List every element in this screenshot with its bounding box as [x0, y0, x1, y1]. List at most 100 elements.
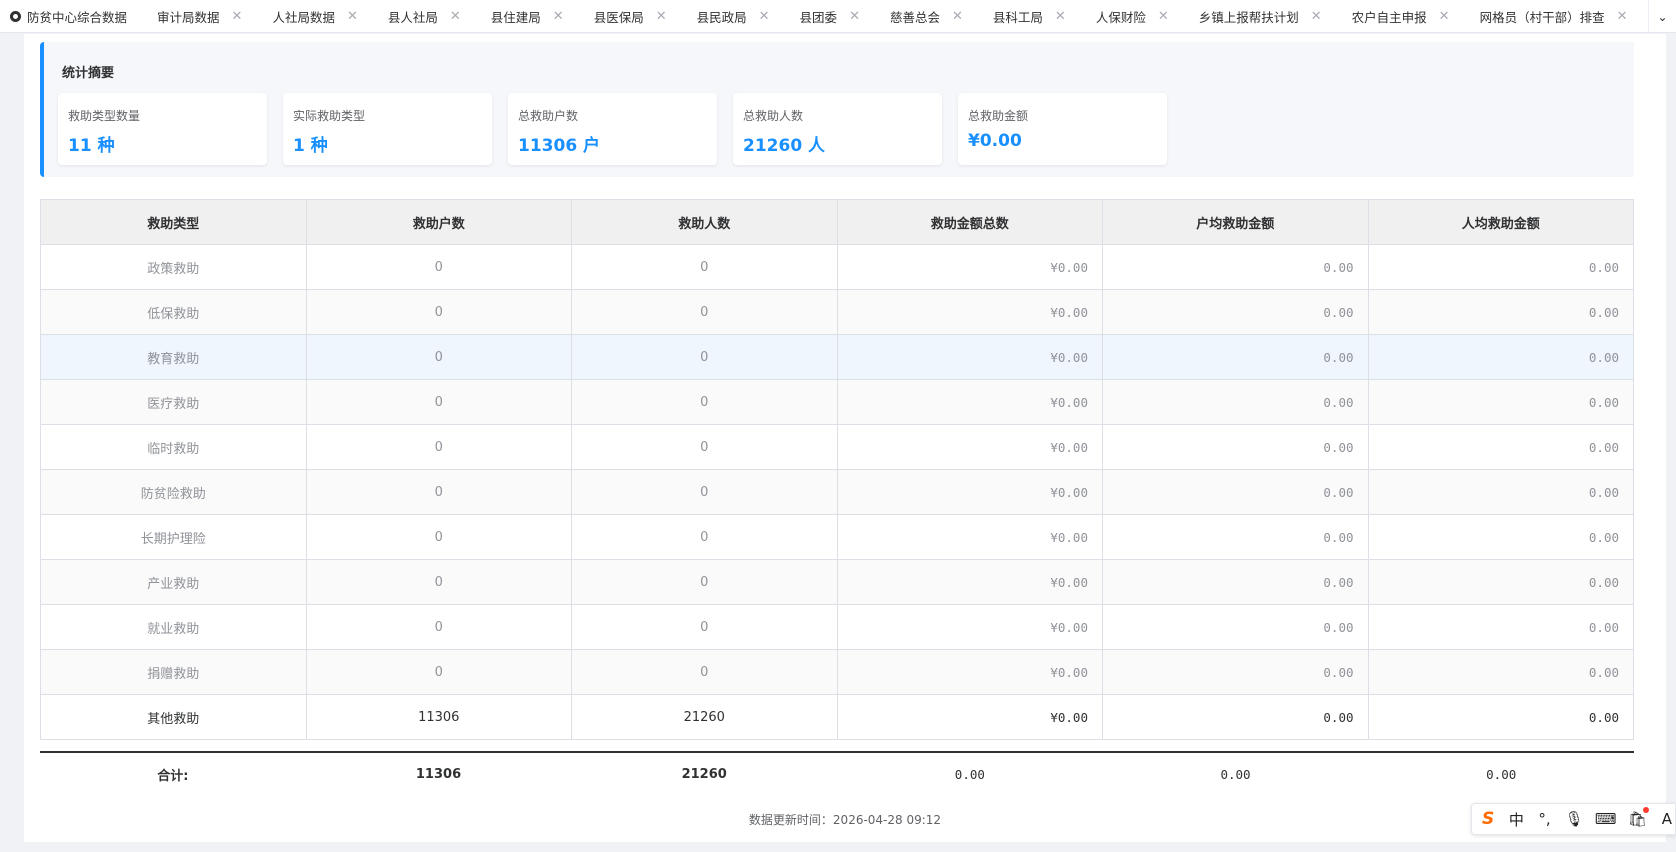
table-cell: 0.00: [1102, 424, 1369, 470]
table-cell: 临时救助: [40, 424, 307, 470]
table-row[interactable]: 政策救助 0 0 ¥0.00 0.00 0.00: [40, 244, 1634, 290]
tab-item[interactable]: 县医保局 ✕: [594, 0, 667, 32]
ime-more-icon[interactable]: A: [1659, 810, 1675, 828]
table-cell: 0.00: [1367, 559, 1634, 605]
column-header[interactable]: 救助户数: [305, 199, 572, 245]
tab-label: 网格员（村干部）排查: [1479, 9, 1605, 25]
close-icon[interactable]: ✕: [1158, 10, 1169, 23]
ime-mode-toggle[interactable]: 中: [1508, 809, 1524, 830]
table-cell: 0: [571, 604, 838, 650]
close-icon[interactable]: ✕: [232, 10, 243, 23]
close-icon[interactable]: ✕: [656, 10, 667, 23]
table-cell: 0: [305, 559, 572, 605]
close-icon[interactable]: ✕: [759, 10, 770, 23]
table-row[interactable]: 防贫险救助 0 0 ¥0.00 0.00 0.00: [40, 469, 1634, 515]
ime-logo-icon[interactable]: S: [1480, 809, 1496, 829]
microphone-icon[interactable]: 🎙: [1565, 810, 1584, 828]
column-header[interactable]: 救助类型: [40, 199, 307, 245]
stat-card-total-households: 总救助户数 11306 户: [508, 93, 717, 165]
tab-item[interactable]: 县团委 ✕: [799, 0, 860, 32]
table-cell: 0.00: [1102, 604, 1369, 650]
table-cell: 21260: [571, 694, 838, 740]
close-icon[interactable]: ✕: [849, 10, 860, 23]
stat-label: 总救助金额: [968, 109, 1029, 123]
table-header-row: 救助类型 救助户数 救助人数 救助金额总数 户均救助金额 人均救助金额: [40, 199, 1634, 245]
table-row[interactable]: 产业救助 0 0 ¥0.00 0.00 0.00: [40, 559, 1634, 605]
tab-item[interactable]: 人保财险 ✕: [1095, 0, 1169, 32]
close-icon[interactable]: ✕: [553, 10, 564, 23]
close-icon[interactable]: ✕: [952, 10, 963, 23]
tab-item[interactable]: 农户自主申报 ✕: [1352, 0, 1450, 32]
table-cell: ¥0.00: [836, 469, 1103, 515]
column-header[interactable]: 救助人数: [571, 199, 838, 245]
tab-label: 人保财险: [1095, 9, 1146, 25]
close-icon[interactable]: ✕: [1311, 10, 1322, 23]
update-time: 数据更新时间：2026-04-28 09:12: [748, 813, 942, 827]
keyboard-icon[interactable]: ⌨: [1595, 810, 1617, 828]
close-icon[interactable]: ✕: [450, 10, 461, 23]
close-icon[interactable]: ✕: [1439, 10, 1450, 23]
table-cell: ¥0.00: [836, 424, 1103, 470]
skin-shop-icon[interactable]: 🛍: [1628, 807, 1649, 828]
close-icon[interactable]: ✕: [1617, 10, 1628, 23]
table-cell: 0: [305, 379, 572, 425]
table-row[interactable]: 其他救助 11306 21260 ¥0.00 0.00 0.00: [40, 694, 1634, 740]
ime-punctuation-icon[interactable]: °,: [1536, 810, 1552, 828]
table-cell: ¥0.00: [836, 514, 1103, 560]
table-cell: 0.00: [1102, 379, 1369, 425]
table-cell: ¥0.00: [836, 649, 1103, 695]
tab-label: 防贫中心综合数据: [27, 9, 128, 25]
table-cell: 0.00: [1367, 334, 1634, 380]
table-cell: 0.00: [1367, 649, 1634, 695]
table-row[interactable]: 教育救助 0 0 ¥0.00 0.00 0.00: [40, 334, 1634, 380]
tab-item[interactable]: 防贫中心综合数据: [10, 0, 128, 32]
totals-amount: 0.00: [954, 766, 985, 782]
stat-value: 21260 人: [743, 136, 826, 156]
tab-item[interactable]: 县人社局 ✕: [388, 0, 461, 32]
table-cell: 0.00: [1102, 334, 1369, 380]
table-cell: ¥0.00: [836, 694, 1103, 740]
tab-label: 县民政局: [696, 9, 747, 25]
table-cell: 0: [571, 514, 838, 560]
totals-people: 21260: [681, 766, 727, 782]
column-header[interactable]: 救助金额总数: [836, 199, 1103, 245]
tab-item[interactable]: 网格员（村干部）排查 ✕: [1479, 0, 1628, 32]
tab-bar: 防贫中心综合数据 审计局数据 ✕ 人社局数据 ✕ 县人社局 ✕ 县住建局 ✕ 县医保局 ✕ 县民政局 ✕…: [0, 0, 1676, 33]
stat-card-type-count: 救助类型数量 11 种: [58, 93, 267, 165]
tab-label: 人社局数据: [272, 9, 335, 25]
close-icon[interactable]: ✕: [1055, 10, 1066, 23]
table-cell: 0.00: [1367, 694, 1634, 740]
table-cell: 0: [571, 334, 838, 380]
tab-label: 县团委: [799, 9, 838, 25]
tab-item[interactable]: 慈善总会 ✕: [889, 0, 963, 32]
tab-item[interactable]: 审计局数据 ✕: [157, 0, 243, 32]
stat-card-total-amount: 总救助金额 ¥0.00: [958, 93, 1167, 165]
table-row[interactable]: 低保救助 0 0 ¥0.00 0.00 0.00: [40, 289, 1634, 335]
table-row[interactable]: 捐赠救助 0 0 ¥0.00 0.00 0.00: [40, 649, 1634, 695]
table-row[interactable]: 就业救助 0 0 ¥0.00 0.00 0.00: [40, 604, 1634, 650]
tab-item[interactable]: 县民政局 ✕: [696, 0, 770, 32]
table-row[interactable]: 临时救助 0 0 ¥0.00 0.00 0.00: [40, 424, 1634, 470]
chevron-down-icon[interactable]: ⌄: [1648, 0, 1676, 32]
stat-card-total-people: 总救助人数 21260 人: [733, 93, 942, 165]
column-header[interactable]: 人均救助金额: [1367, 199, 1634, 245]
stat-value: ¥0.00: [968, 131, 1022, 151]
tab-label: 慈善总会: [889, 9, 940, 25]
table-cell: 0: [571, 424, 838, 470]
table-cell: 0: [571, 469, 838, 515]
stat-value: 11 种: [68, 136, 115, 156]
table-row[interactable]: 医疗救助 0 0 ¥0.00 0.00 0.00: [40, 379, 1634, 425]
tab-item[interactable]: 乡镇上报帮扶计划 ✕: [1199, 0, 1322, 32]
tab-label: 县科工局: [992, 9, 1043, 25]
tab-item[interactable]: 县科工局 ✕: [992, 0, 1066, 32]
close-icon[interactable]: ✕: [347, 10, 358, 23]
column-header[interactable]: 户均救助金额: [1102, 199, 1369, 245]
table-cell: 0: [571, 379, 838, 425]
table-cell: 防贫险救助: [40, 469, 307, 515]
table-cell: 0: [571, 289, 838, 335]
table-row[interactable]: 长期护理险 0 0 ¥0.00 0.00 0.00: [40, 514, 1634, 560]
tab-item[interactable]: 县住建局 ✕: [491, 0, 564, 32]
tab-item[interactable]: 人社局数据 ✕: [272, 0, 358, 32]
table-cell: 产业救助: [40, 559, 307, 605]
table-cell: 0: [305, 334, 572, 380]
